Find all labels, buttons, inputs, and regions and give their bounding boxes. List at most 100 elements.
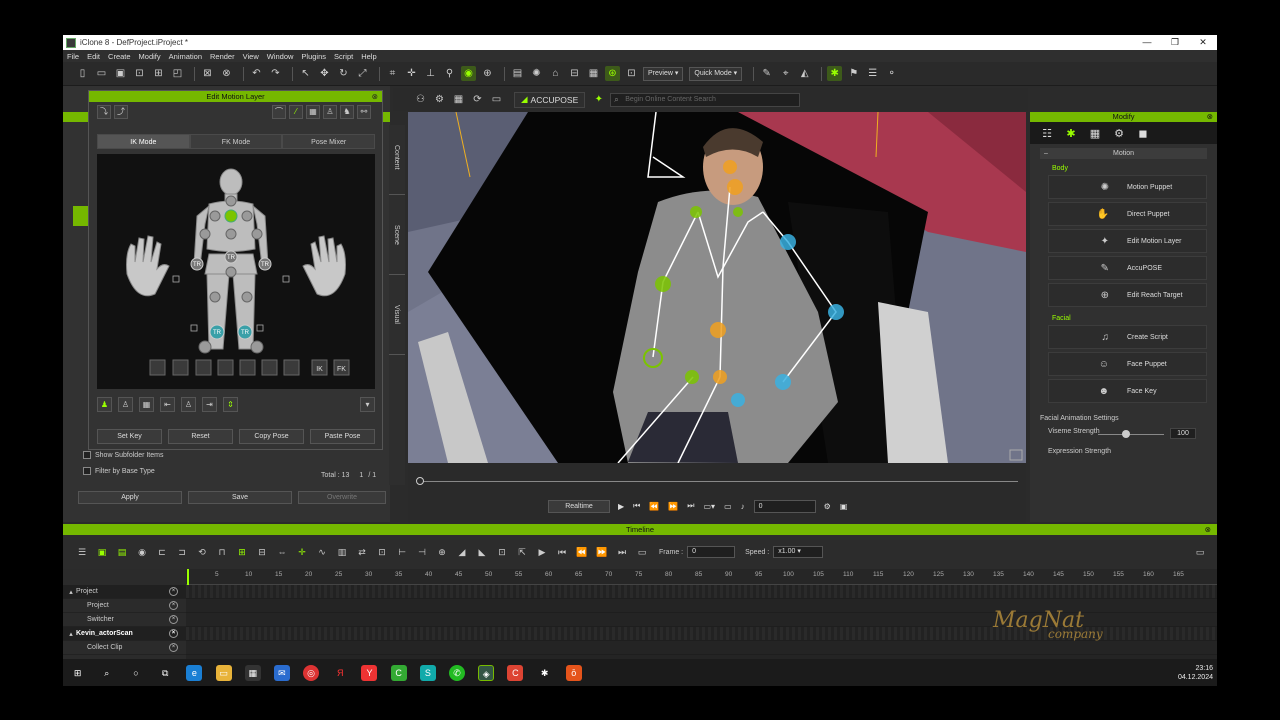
filter-base-checkbox[interactable] <box>83 467 91 475</box>
settings-gear-icon[interactable]: ⚙ <box>824 502 831 511</box>
pose-c-icon[interactable] <box>239 359 256 376</box>
body-select-icon[interactable]: ♙ <box>323 105 337 119</box>
motion-section-header[interactable]: – Motion <box>1040 148 1207 159</box>
direct-puppet-button[interactable]: ✋ Direct Puppet <box>1048 202 1207 226</box>
light-icon[interactable]: ✺ <box>529 66 544 81</box>
iclone-taskbar-icon[interactable]: ◈ <box>478 664 495 681</box>
characters-icon[interactable]: ⚇ <box>413 92 428 107</box>
pick-icon[interactable]: ⊕ <box>480 66 495 81</box>
upper-body-icon[interactable]: ♙ <box>118 396 133 412</box>
grid-icon[interactable]: ▦ <box>586 66 601 81</box>
expand-panel-icon[interactable]: ▾ <box>360 396 375 412</box>
reset-button[interactable]: Reset <box>168 429 233 444</box>
tab-scene[interactable]: Scene <box>389 205 405 275</box>
trim-icon[interactable]: ⊐ <box>175 547 189 558</box>
motion-puppet-icon[interactable]: ✱ <box>827 66 843 81</box>
reach-target-icon[interactable]: ✦ <box>591 92 606 107</box>
pivot-icon[interactable]: ✛ <box>404 66 419 81</box>
subtitle-icon[interactable]: ▭ <box>724 502 732 511</box>
bone-select-icon[interactable]: ⁄ <box>289 105 303 119</box>
track-row-collect-clip[interactable]: Collect Clip × <box>63 641 186 655</box>
wireframe-icon[interactable]: ⊡ <box>624 66 639 81</box>
snap-icon[interactable]: ⌗ <box>385 66 400 81</box>
show-subfolder-row[interactable]: Show Subfolder Items <box>83 451 163 459</box>
time-scrubber[interactable] <box>418 481 1018 482</box>
scale-icon[interactable]: ⤢ <box>355 66 370 81</box>
menu-edit[interactable]: Edit <box>87 52 100 61</box>
track-list-icon[interactable]: ☰ <box>75 547 89 558</box>
yandex-browser-icon[interactable]: Y <box>361 664 378 681</box>
menu-modify[interactable]: Modify <box>139 52 161 61</box>
bone-display-icon[interactable]: ⊛ <box>605 66 620 81</box>
move-icon[interactable]: ✥ <box>317 66 332 81</box>
physics-icon[interactable]: ⚙ <box>1110 127 1128 140</box>
modify-close-icon[interactable]: ⊗ <box>1207 112 1213 122</box>
preview-dropdown[interactable]: Preview ▾ <box>643 66 684 81</box>
layer-key-icon[interactable]: ✛ <box>295 547 309 558</box>
terrain-icon[interactable]: ◭ <box>797 66 812 81</box>
remove-icon[interactable]: ⊣ <box>415 547 429 558</box>
overwrite-button[interactable]: Overwrite <box>298 491 386 504</box>
edge-icon[interactable]: e <box>186 664 203 681</box>
track-row-kevin-actorscan[interactable]: ▴ Kevin_actorScan × <box>63 627 186 641</box>
lock-icon[interactable] <box>190 324 198 332</box>
menu-render[interactable]: Render <box>210 52 235 61</box>
viseme-strength-handle[interactable] <box>1122 430 1130 438</box>
rotate-icon[interactable]: ↻ <box>336 66 351 81</box>
export-clip-icon[interactable]: ⇱ <box>515 547 529 558</box>
curve-editor-icon[interactable]: ∿ <box>315 547 329 558</box>
track-remove-icon[interactable]: × <box>169 615 178 624</box>
apply-button[interactable]: Apply <box>78 491 182 504</box>
curve-icon[interactable]: ⌒ <box>272 105 286 119</box>
menu-help[interactable]: Help <box>361 52 376 61</box>
panel-close-icon[interactable]: ⊗ <box>372 91 378 102</box>
open-folder-icon[interactable]: ▭ <box>94 66 109 81</box>
playhead[interactable] <box>187 569 189 585</box>
taskbar-search-icon[interactable]: ⌕ <box>99 665 115 681</box>
menu-file[interactable]: File <box>67 52 79 61</box>
pen-icon[interactable]: ✎ <box>759 66 774 81</box>
full-body-icon[interactable]: ♟ <box>97 396 112 412</box>
tl-next-icon[interactable]: ⏩ <box>595 547 609 558</box>
track-lane[interactable] <box>186 641 1217 655</box>
frame-input[interactable]: 0 <box>753 499 816 513</box>
reach-icon[interactable]: ⚯ <box>357 105 371 119</box>
speed-dropdown[interactable]: x1.00 ▾ <box>773 546 824 558</box>
walk-icon[interactable]: ♞ <box>340 105 354 119</box>
range-icon[interactable]: ⊟ <box>255 547 269 558</box>
motion-puppet-button[interactable]: ✺ Motion Puppet <box>1048 175 1207 199</box>
material-icon[interactable]: ▦ <box>1086 127 1104 140</box>
group-icon[interactable]: ⊠ <box>200 66 215 81</box>
face-key-button[interactable]: ☻ Face Key <box>1048 379 1207 403</box>
rotate-effector-icon[interactable] <box>172 359 189 376</box>
viseme-strength-input[interactable]: 100 <box>1170 428 1196 439</box>
tl-loop-icon[interactable]: ▭ <box>635 547 649 558</box>
flip-pose-icon[interactable]: ⤴ <box>114 105 128 119</box>
menu-window[interactable]: Window <box>267 52 294 61</box>
tl-play-icon[interactable]: ▶ <box>535 547 549 558</box>
chrome-icon[interactable]: ◎ <box>303 664 320 681</box>
file-explorer-icon[interactable]: ▭ <box>215 664 232 681</box>
filter-icon[interactable]: ▣ <box>95 547 109 558</box>
fit-icon[interactable]: ⇔ <box>275 547 289 557</box>
lock-icon[interactable] <box>256 324 264 332</box>
render-icon[interactable]: ◰ <box>170 66 185 81</box>
yandex-icon[interactable]: Я <box>332 665 348 681</box>
menu-view[interactable]: View <box>243 52 259 61</box>
tab-visual[interactable]: Visual <box>389 285 405 355</box>
accupose-button[interactable]: ◢ ACCUPOSE <box>514 91 586 108</box>
track-remove-icon[interactable]: × <box>169 643 178 652</box>
windows-start-icon[interactable]: ⊞ <box>70 665 86 681</box>
realtime-dropdown[interactable]: Realtime <box>548 499 610 513</box>
visibility-eye-icon[interactable]: ◉ <box>461 66 476 81</box>
minimize-button[interactable]: — <box>1133 37 1161 48</box>
redo-icon[interactable]: ↷ <box>268 66 283 81</box>
face-puppet-button[interactable]: ☺ Face Puppet <box>1048 352 1207 376</box>
save-icon[interactable]: ▣ <box>113 66 128 81</box>
track-remove-icon[interactable]: × <box>169 629 178 638</box>
tl-first-icon[interactable]: ⏮ <box>555 547 569 558</box>
track-row-project-sub[interactable]: Project × <box>63 599 186 613</box>
insert-icon[interactable]: ⊢ <box>395 547 409 558</box>
key-icon[interactable]: ▤ <box>115 547 129 558</box>
list-icon[interactable]: ☰ <box>865 66 880 81</box>
